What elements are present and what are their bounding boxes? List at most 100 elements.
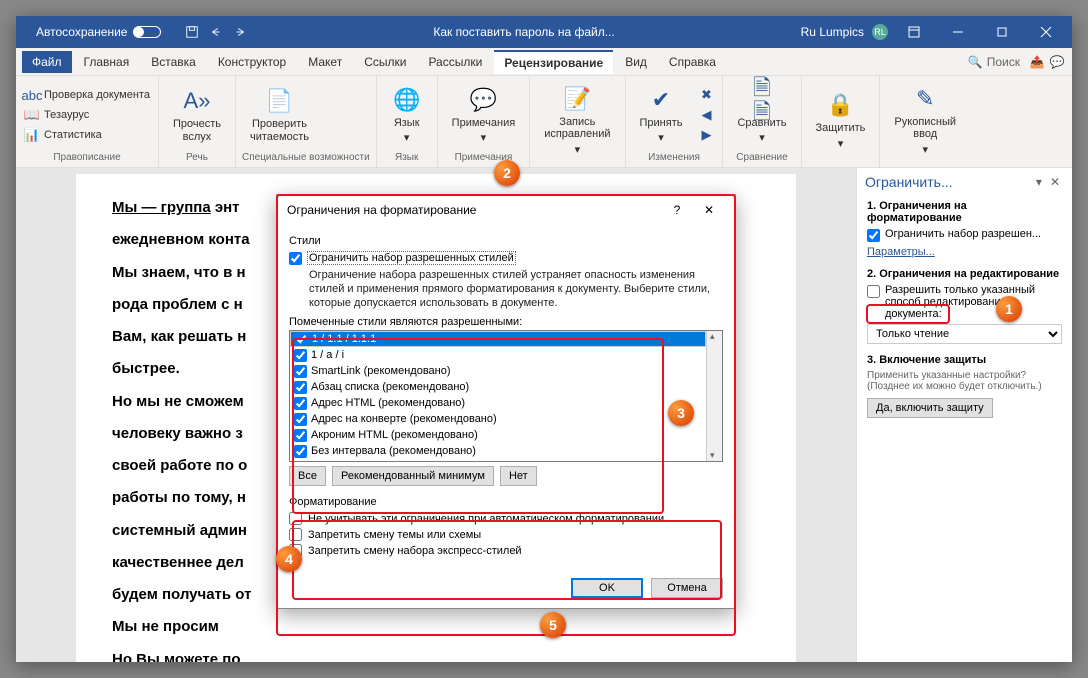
- style-item[interactable]: Без интервала (рекомендовано): [290, 443, 706, 459]
- pane-close-icon[interactable]: ✕: [1046, 175, 1064, 189]
- btn-protect[interactable]: 🔒Защитить▾: [808, 87, 874, 153]
- close-icon[interactable]: [1028, 16, 1064, 48]
- btn-prev-change[interactable]: ◀: [696, 106, 716, 124]
- pane-edit-mode-select[interactable]: Только чтение: [867, 324, 1062, 344]
- btn-compare[interactable]: 🗎🗎Сравнить▾: [729, 82, 794, 148]
- pane-menu-icon[interactable]: ▾: [1032, 175, 1046, 189]
- btn-check-access[interactable]: 📄Проверить читаемость: [242, 83, 317, 146]
- dlg-btn-none[interactable]: Нет: [500, 466, 537, 486]
- style-item[interactable]: Веб-таблица 1: [290, 459, 706, 461]
- pane-section-1: 1. Ограничения на форматирование Огранич…: [867, 200, 1062, 258]
- pane-section-3: 3. Включение защиты Применить указанные …: [867, 354, 1062, 418]
- chevron-down-icon: ▾: [658, 132, 664, 144]
- dlg-chk-ignore-autoformat[interactable]: [289, 512, 302, 525]
- maximize-icon[interactable]: [984, 16, 1020, 48]
- group-proofing: abcПроверка документа 📖Тезаурус 📊Статист…: [16, 76, 159, 167]
- dlg-chk-restrict[interactable]: [289, 252, 302, 265]
- dlg-btn-cancel[interactable]: Отмена: [651, 578, 723, 598]
- group-compare: 🗎🗎Сравнить▾ Сравнение: [723, 76, 801, 167]
- comments-toggle-icon[interactable]: 💬: [1048, 53, 1066, 71]
- tab-help[interactable]: Справка: [659, 51, 726, 73]
- stats-icon: 📊: [24, 127, 40, 143]
- undo-icon[interactable]: [209, 25, 223, 39]
- style-item[interactable]: 1 / 1.1 / 1.1.1: [290, 331, 706, 347]
- toggle-switch-icon: [133, 26, 161, 38]
- marker-1: 1: [996, 296, 1022, 322]
- read-aloud-icon: A»: [181, 87, 213, 115]
- tab-mailings[interactable]: Рассылки: [418, 51, 492, 73]
- tab-view[interactable]: Вид: [615, 51, 657, 73]
- ribbon-tabs: Файл Главная Вставка Конструктор Макет С…: [16, 48, 1072, 76]
- btn-next-change[interactable]: ▶: [696, 126, 716, 144]
- track-changes-icon: 📝: [561, 85, 593, 113]
- dlg-btn-recommended[interactable]: Рекомендованный минимум: [332, 466, 494, 486]
- btn-ink[interactable]: ✎Рукописный ввод▾: [886, 81, 964, 159]
- group-changes: ✔Принять▾ ✖ ◀ ▶ Изменения: [626, 76, 724, 167]
- btn-track-changes[interactable]: 📝Запись исправлений▾: [536, 81, 618, 159]
- quick-access-toolbar: [185, 25, 247, 39]
- style-item[interactable]: SmartLink (рекомендовано): [290, 363, 706, 379]
- dialog-close-icon[interactable]: ✕: [693, 195, 725, 225]
- pane-chk-restrict-edit[interactable]: [867, 285, 880, 298]
- style-item[interactable]: Адрес HTML (рекомендовано): [290, 395, 706, 411]
- style-item[interactable]: Акроним HTML (рекомендовано): [290, 427, 706, 443]
- ribbon-options-icon[interactable]: [896, 16, 932, 48]
- btn-comments[interactable]: 💬Примечания▾: [444, 82, 524, 148]
- spellcheck-icon: abc: [24, 87, 40, 103]
- btn-reject[interactable]: ✖: [696, 86, 716, 104]
- group-accessibility: 📄Проверить читаемость Специальные возмож…: [236, 76, 377, 167]
- chevron-down-icon: ▾: [575, 144, 581, 156]
- marker-2: 2: [494, 160, 520, 186]
- minimize-icon[interactable]: [940, 16, 976, 48]
- share-icon[interactable]: 📤: [1028, 53, 1046, 71]
- tell-me-search[interactable]: 🔍 Поиск: [962, 55, 1026, 69]
- save-icon[interactable]: [185, 25, 199, 39]
- btn-accept[interactable]: ✔Принять▾: [632, 82, 691, 148]
- tab-home[interactable]: Главная: [74, 51, 140, 73]
- tab-references[interactable]: Ссылки: [354, 51, 416, 73]
- tab-layout[interactable]: Макет: [298, 51, 352, 73]
- user-name[interactable]: Ru Lumpics: [801, 25, 864, 39]
- scrollbar[interactable]: [706, 331, 722, 461]
- tab-file[interactable]: Файл: [22, 51, 72, 73]
- tab-design[interactable]: Конструктор: [208, 51, 296, 73]
- tab-review[interactable]: Рецензирование: [494, 50, 613, 74]
- next-icon: ▶: [698, 127, 714, 143]
- chevron-down-icon: ▾: [481, 132, 487, 144]
- ribbon: abcПроверка документа 📖Тезаурус 📊Статист…: [16, 76, 1072, 168]
- pane-btn-enable-protection[interactable]: Да, включить защиту: [867, 398, 993, 418]
- dlg-chk-block-theme[interactable]: [289, 528, 302, 541]
- dlg-btn-all[interactable]: Все: [289, 466, 326, 486]
- search-icon: 🔍: [968, 55, 983, 69]
- autosave-toggle[interactable]: Автосохранение: [36, 25, 161, 39]
- ink-icon: ✎: [909, 85, 941, 113]
- marker-3: 3: [668, 400, 694, 426]
- btn-language[interactable]: 🌐Язык▾: [383, 82, 431, 148]
- chevron-down-icon: ▾: [759, 132, 765, 144]
- user-avatar[interactable]: RL: [872, 24, 888, 40]
- dialog-help-icon[interactable]: ?: [661, 195, 693, 225]
- language-icon: 🌐: [391, 86, 423, 114]
- thesaurus-icon: 📖: [24, 107, 40, 123]
- btn-stats[interactable]: 📊Статистика: [22, 126, 152, 144]
- pane-link-settings[interactable]: Параметры...: [867, 246, 935, 258]
- pane-chk-restrict-styles[interactable]: [867, 229, 880, 242]
- group-ink: ✎Рукописный ввод▾: [880, 76, 970, 167]
- chevron-down-icon: ▾: [838, 138, 844, 150]
- styles-listbox[interactable]: 1 / 1.1 / 1.1.1 1 / a / i SmartLink (рек…: [289, 330, 723, 462]
- btn-doc-check[interactable]: abcПроверка документа: [22, 86, 152, 104]
- style-item[interactable]: Абзац списка (рекомендовано): [290, 379, 706, 395]
- dlg-btn-ok[interactable]: OK: [571, 578, 643, 598]
- accessibility-icon: 📄: [263, 87, 295, 115]
- group-tracking: 📝Запись исправлений▾: [530, 76, 625, 167]
- tab-insert[interactable]: Вставка: [141, 51, 206, 73]
- btn-thesaurus[interactable]: 📖Тезаурус: [22, 106, 152, 124]
- style-item[interactable]: Адрес на конверте (рекомендовано): [290, 411, 706, 427]
- lock-icon: 🔒: [824, 91, 856, 119]
- formatting-restrictions-dialog: Ограничения на форматирование ? ✕ Стили …: [276, 194, 736, 609]
- btn-read-aloud[interactable]: A»Прочесть вслух: [165, 83, 229, 146]
- accept-icon: ✔: [645, 86, 677, 114]
- style-item[interactable]: 1 / a / i: [290, 347, 706, 363]
- restrict-editing-pane: Ограничить... ▾ ✕ 1. Ограничения на форм…: [856, 168, 1072, 662]
- redo-icon[interactable]: [233, 25, 247, 39]
